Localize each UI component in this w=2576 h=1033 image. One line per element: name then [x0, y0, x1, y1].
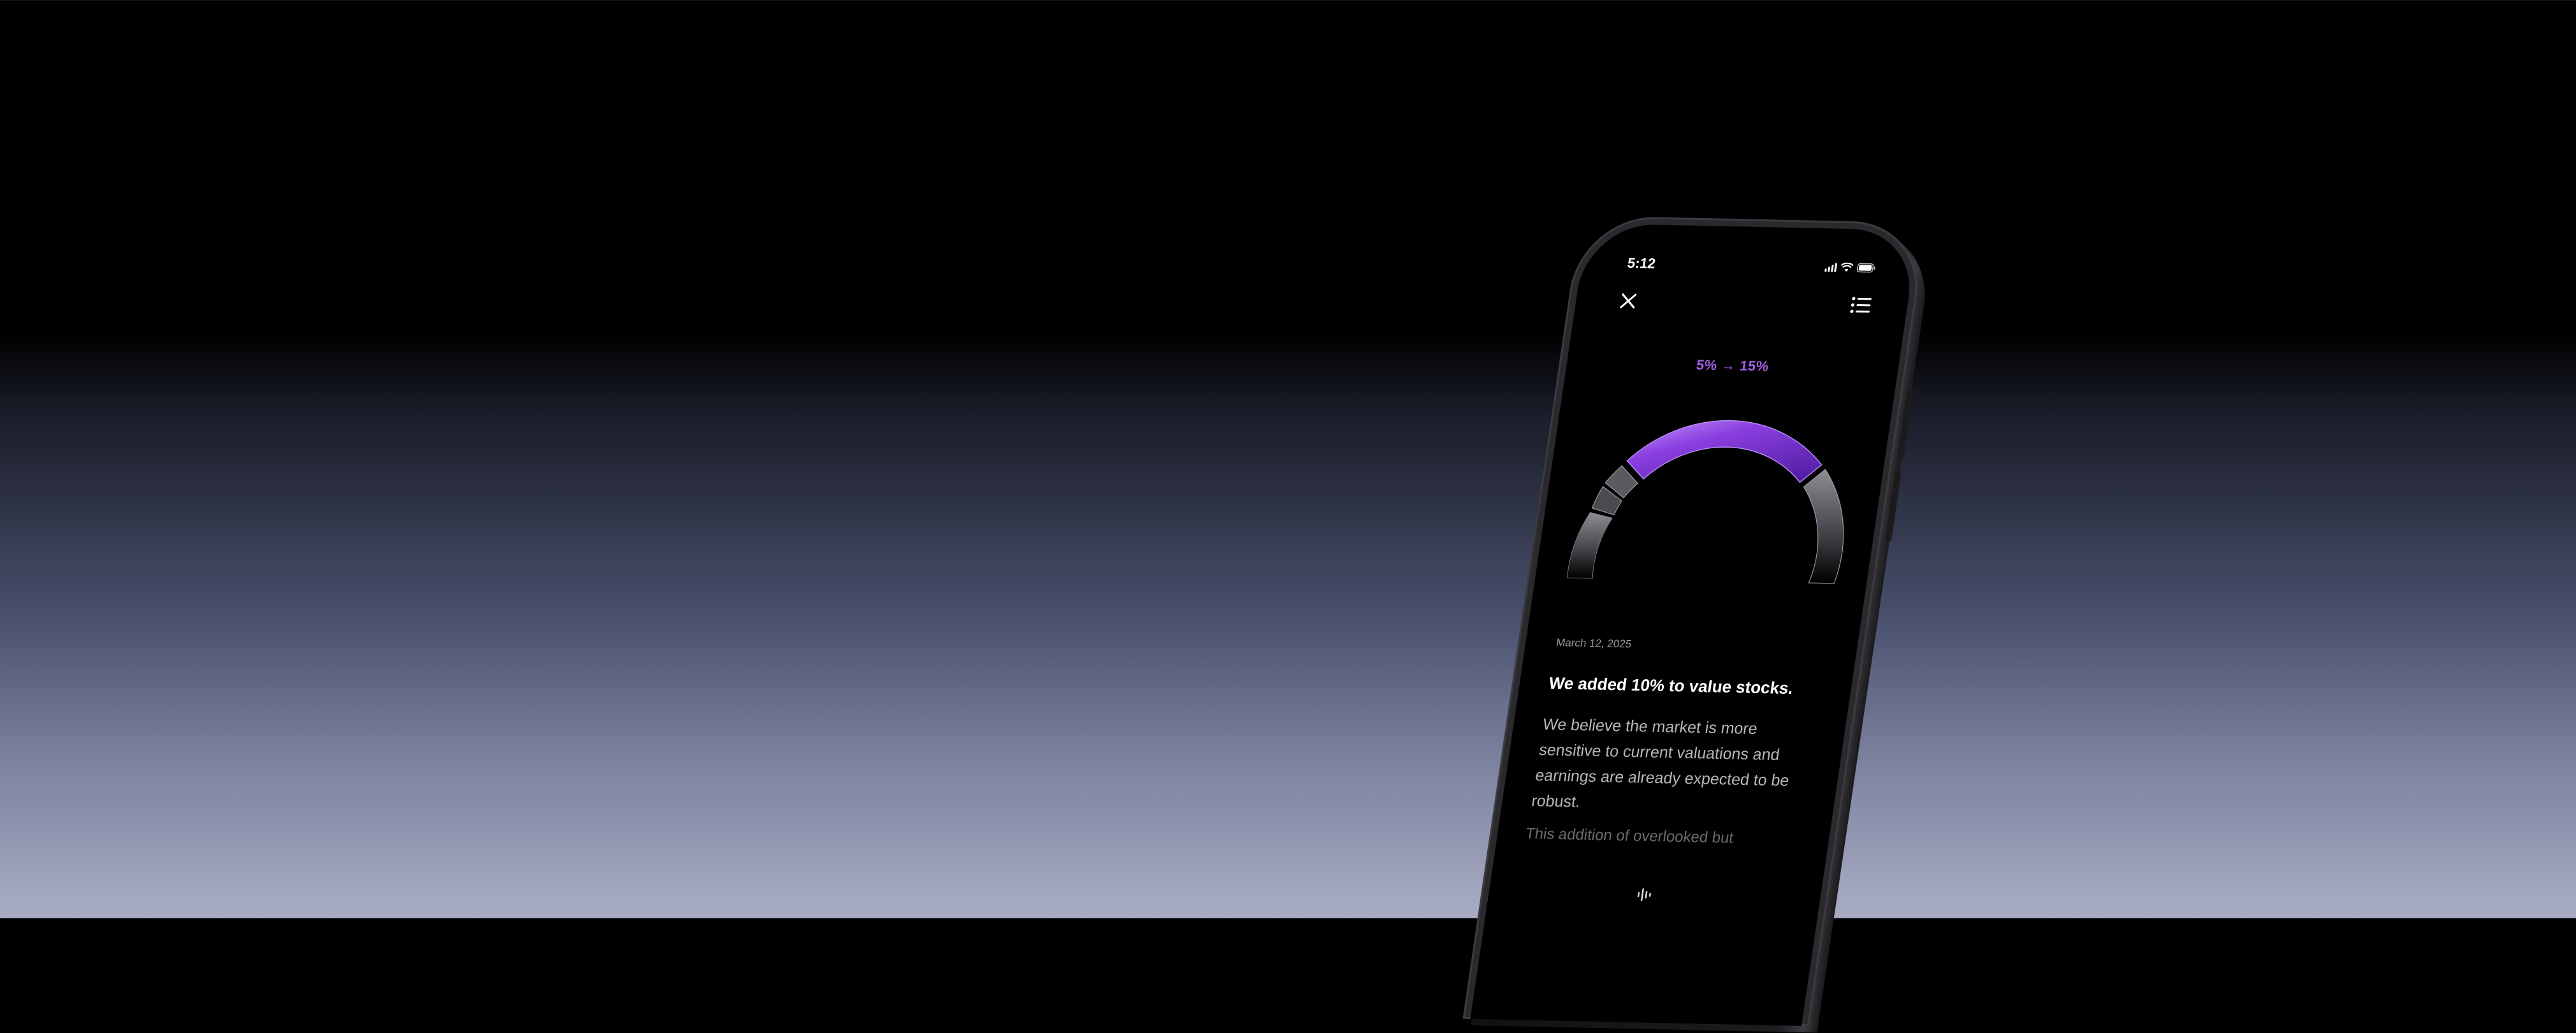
- list-menu-button[interactable]: [1849, 295, 1877, 318]
- phone-mockup: 5:12 5% → 15% March 12, 2025 We added 10…: [1462, 216, 1935, 1033]
- allocation-ring-chart: [1566, 420, 1844, 584]
- app-screen: 5:12 5% → 15% March 12, 2025 We added 10…: [1470, 223, 1919, 1026]
- close-icon: [1620, 293, 1637, 309]
- allocation-segment-value-stocks: [1626, 420, 1823, 483]
- phone-body: 5:12 5% → 15% March 12, 2025 We added 10…: [1462, 216, 1928, 1027]
- list-icon: [1850, 297, 1872, 313]
- update-body: We believe the market is more sensitive …: [1530, 715, 1791, 811]
- update-body-continued: This addition of overlooked but: [1524, 824, 1735, 847]
- close-button[interactable]: [1613, 288, 1643, 314]
- audio-button[interactable]: [1634, 886, 1662, 905]
- allocation-segment-left: [1566, 512, 1613, 579]
- battery-icon: [1856, 263, 1877, 273]
- allocation-change-label: 5% → 15%: [1695, 356, 1770, 374]
- allocation-segment-right: [1803, 469, 1844, 584]
- wifi-icon: [1840, 262, 1854, 272]
- update-headline: We added 10% to value stocks.: [1547, 673, 1795, 698]
- status-icons: [1824, 260, 1877, 273]
- status-time: 5:12: [1626, 254, 1657, 272]
- update-date: March 12, 2025: [1555, 636, 1633, 650]
- signal-icon: [1824, 261, 1838, 272]
- audio-waveform-icon: [1637, 888, 1651, 902]
